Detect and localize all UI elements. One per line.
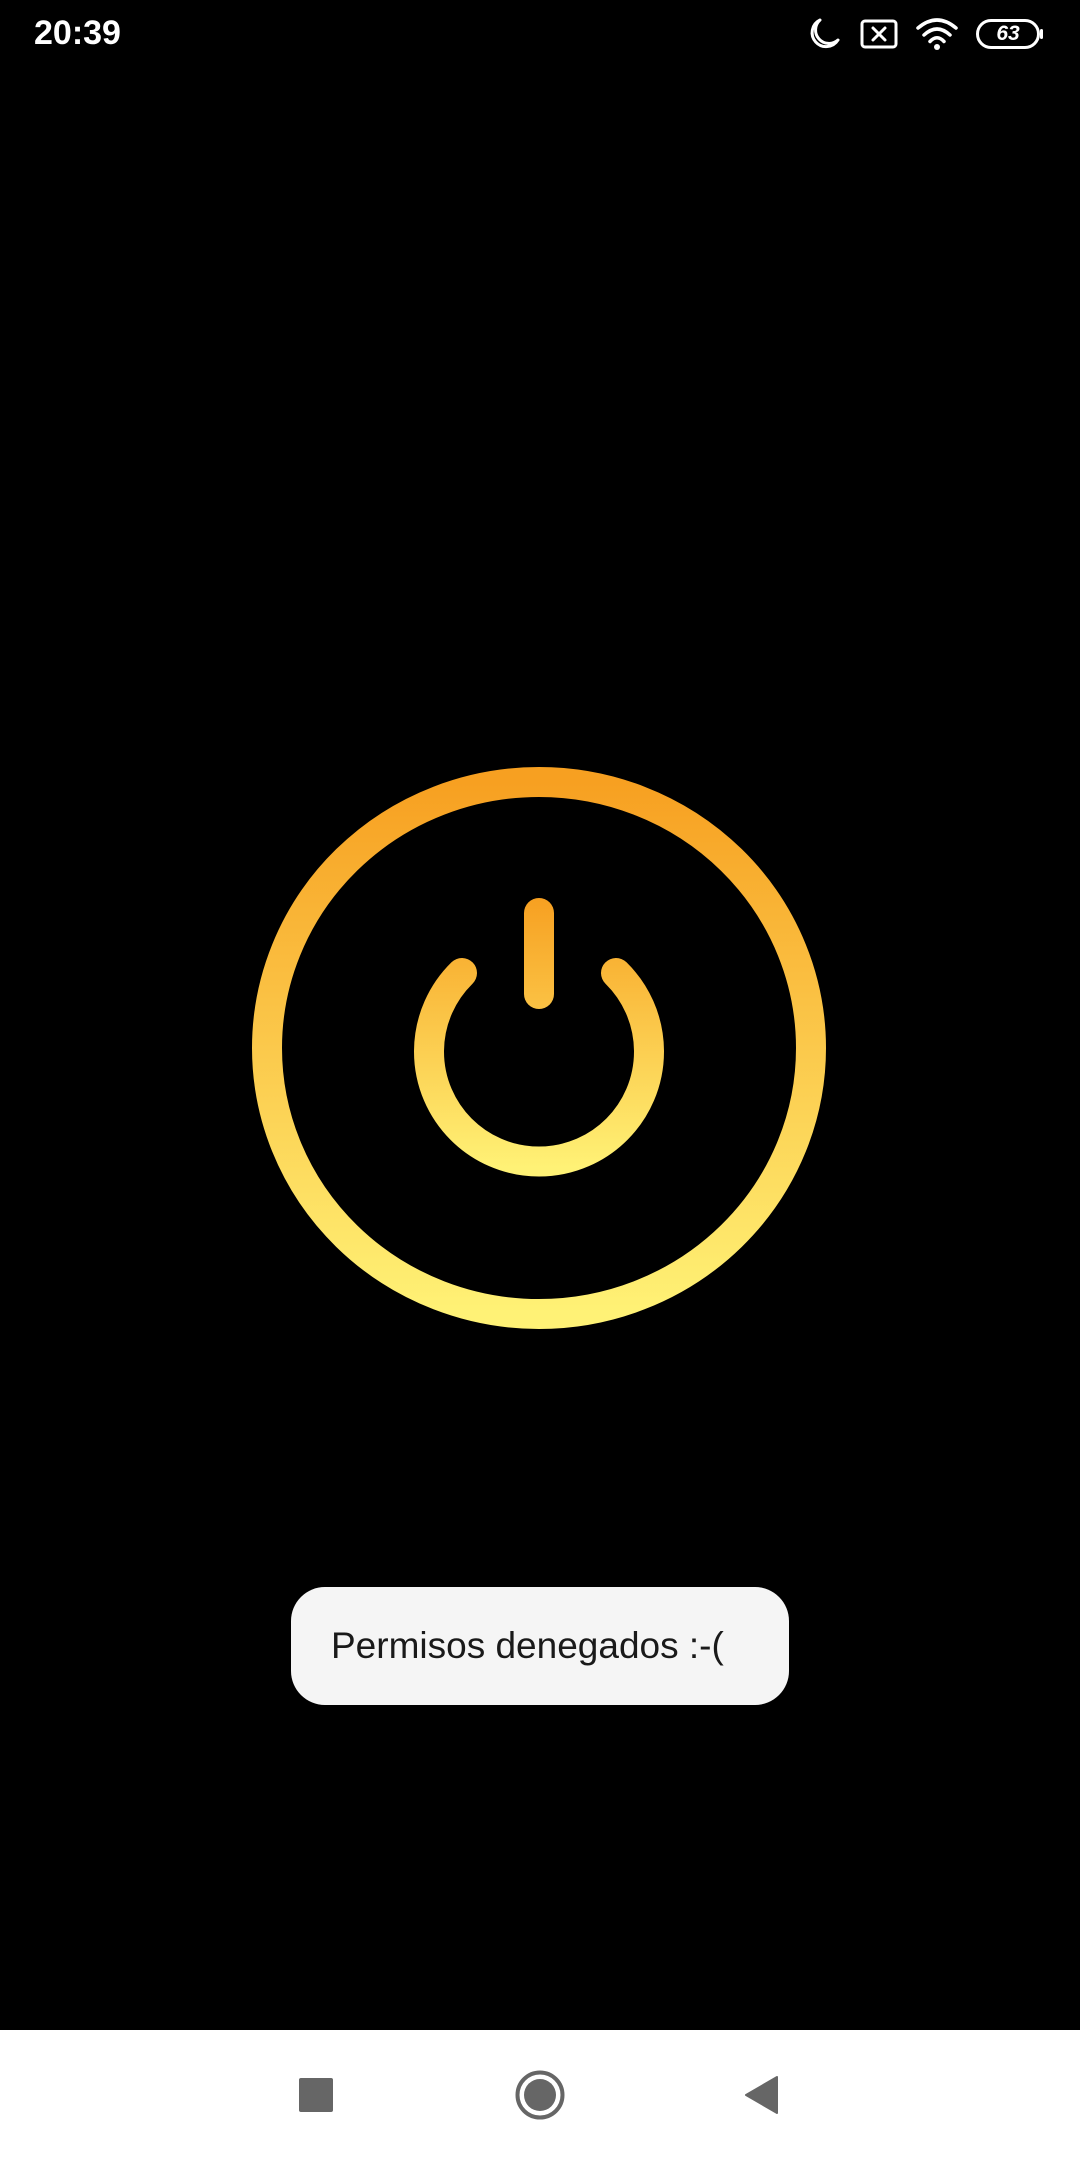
back-button[interactable]	[726, 2060, 796, 2130]
status-icons: 63	[806, 12, 1044, 56]
power-button[interactable]	[252, 766, 826, 1330]
battery-icon: 63	[976, 19, 1044, 49]
home-icon	[515, 2070, 565, 2120]
recents-button[interactable]	[281, 2060, 351, 2130]
toast-message: Permisos denegados :-(	[291, 1587, 789, 1705]
navigation-bar	[0, 2030, 1080, 2160]
status-bar: 20:39 63	[0, 0, 1080, 70]
home-button[interactable]	[505, 2060, 575, 2130]
status-time: 20:39	[34, 14, 121, 52]
toast-text: Permisos denegados :-(	[331, 1625, 724, 1666]
power-icon	[252, 767, 826, 1329]
wifi-icon	[916, 17, 958, 51]
moon-icon	[806, 16, 842, 52]
battery-level: 63	[996, 22, 1020, 45]
recents-icon	[299, 2078, 333, 2112]
back-icon	[745, 2076, 778, 2114]
notification-x-icon	[860, 18, 898, 50]
